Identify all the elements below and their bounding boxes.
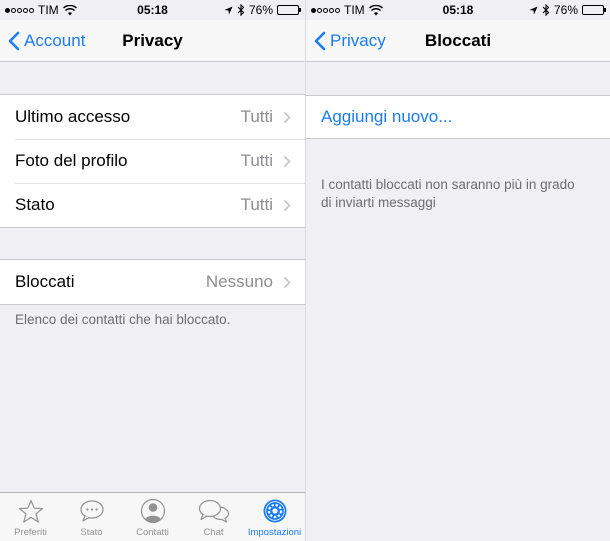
location-arrow-icon — [529, 5, 538, 15]
battery-percentage: 76% — [553, 3, 578, 17]
tab-contacts[interactable]: Contatti — [122, 493, 183, 541]
chevron-right-icon — [283, 155, 291, 168]
tab-label: Chat — [203, 527, 224, 538]
row-label: Bloccati — [15, 272, 75, 291]
blocked-info-note: I contatti bloccati non saranno più in g… — [321, 177, 575, 210]
star-icon — [18, 497, 44, 525]
location-arrow-icon — [224, 5, 233, 15]
bluetooth-icon — [237, 4, 245, 16]
profile-photo-row[interactable]: Foto del profilo Tutti — [0, 139, 305, 183]
bluetooth-icon — [542, 4, 550, 16]
chevron-right-icon — [283, 276, 291, 289]
blocked-row[interactable]: Bloccati Nessuno — [0, 260, 305, 304]
back-button-label: Account — [24, 31, 86, 50]
speech-bubble-icon — [79, 497, 105, 525]
row-label: Foto del profilo — [15, 151, 128, 170]
person-icon — [140, 497, 166, 525]
blocked-group: Bloccati Nessuno — [0, 259, 305, 305]
row-label: Ultimo accesso — [15, 107, 131, 126]
row-value: Tutti — [240, 107, 273, 126]
tab-chat[interactable]: Chat — [183, 493, 244, 541]
back-button[interactable]: Privacy — [314, 20, 386, 62]
battery-icon — [582, 5, 606, 15]
blocked-screen: TIM 05:18 76% Privacy Bloccati Aggiungi … — [305, 0, 610, 541]
chevron-right-icon — [283, 199, 291, 212]
status-row[interactable]: Stato Tutti — [0, 183, 305, 227]
row-value: Nessuno — [205, 272, 273, 291]
tab-label: Preferiti — [14, 527, 47, 538]
gear-icon — [262, 497, 288, 525]
row-label: Stato — [15, 195, 55, 214]
chevron-left-icon — [8, 31, 20, 51]
status-bar: TIM 05:18 76% — [0, 0, 305, 20]
tab-favorites[interactable]: Preferiti — [0, 493, 61, 541]
row-value: Tutti — [240, 195, 273, 214]
back-button[interactable]: Account — [8, 20, 85, 62]
add-new-button[interactable]: Aggiungi nuovo... — [306, 95, 610, 139]
chevron-right-icon — [283, 111, 291, 124]
chat-bubbles-icon — [198, 497, 230, 525]
navigation-bar: Privacy Bloccati — [306, 20, 610, 62]
tab-label: Stato — [80, 527, 103, 538]
privacy-settings-group: Ultimo accesso Tutti Foto del profilo Tu… — [0, 94, 305, 228]
blocked-note: Elenco dei contatti che hai bloccato. — [15, 312, 231, 327]
battery-percentage: 76% — [248, 3, 273, 17]
tab-label: Contatti — [136, 527, 169, 538]
tab-settings[interactable]: Impostazioni — [244, 493, 305, 541]
battery-icon — [277, 5, 301, 15]
status-bar: TIM 05:18 76% — [306, 0, 610, 20]
tab-bar: Preferiti Stato Contatti Chat Impostazio… — [0, 492, 305, 541]
tab-status[interactable]: Stato — [61, 493, 122, 541]
navigation-bar: Account Privacy — [0, 20, 305, 62]
chevron-left-icon — [314, 31, 326, 51]
tab-label: Impostazioni — [247, 527, 302, 538]
last-seen-row[interactable]: Ultimo accesso Tutti — [0, 95, 305, 139]
row-value: Tutti — [240, 151, 273, 170]
back-button-label: Privacy — [330, 31, 386, 50]
privacy-screen: TIM 05:18 76% Account Privacy Ultimo acc… — [0, 0, 305, 541]
